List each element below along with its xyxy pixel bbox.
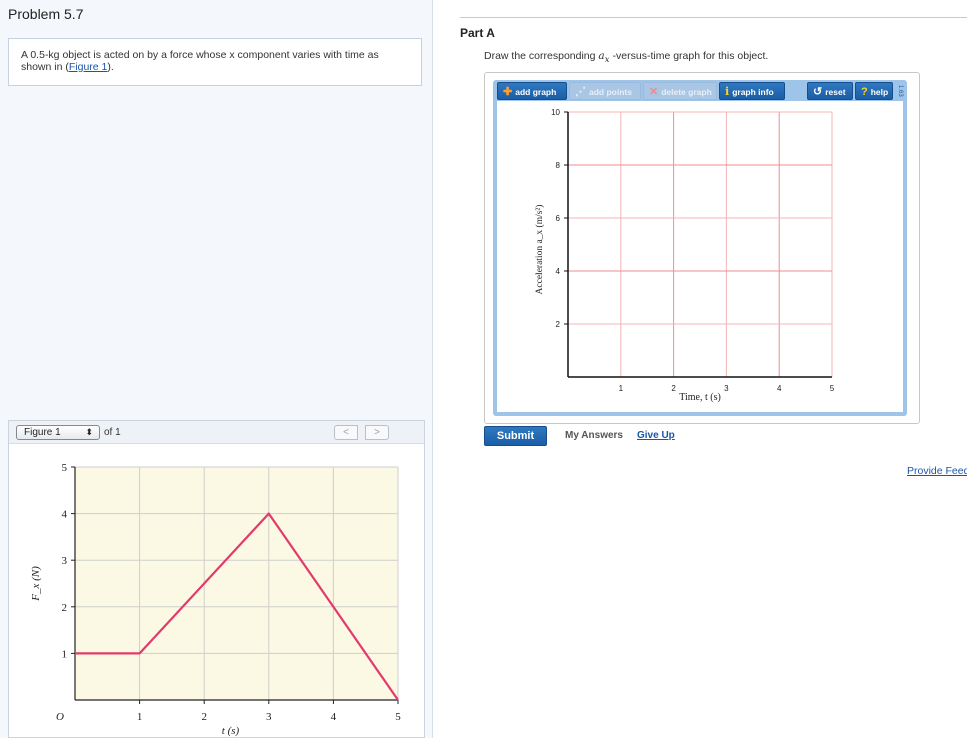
- x-tick-label: 1: [137, 711, 143, 723]
- figure-select-value: Figure 1: [24, 427, 61, 438]
- x-tick-label: O: [56, 711, 64, 723]
- delete-graph-label: delete graph: [661, 87, 712, 97]
- graph-info-button[interactable]: i graph info: [719, 82, 785, 100]
- x-tick-label: 4: [331, 711, 337, 723]
- figure-panel: Figure 1 ⬍ of 1 < > O 1 2 3 4 5 1 2 3 4 5 t (s) F_x (…: [8, 420, 425, 738]
- part-title: Part A: [460, 26, 495, 40]
- figure-count: of 1: [104, 427, 121, 438]
- y-tick-label: 3: [62, 555, 68, 567]
- problem-text-after: ).: [107, 61, 114, 73]
- problem-panel: Problem 5.7 A 0.5-kg object is acted on …: [0, 0, 433, 738]
- problem-statement: A 0.5-kg object is acted on by a force w…: [21, 49, 411, 73]
- submit-button[interactable]: Submit: [484, 426, 547, 446]
- x-tick-label: 4: [777, 384, 782, 393]
- y-tick-label: 4: [62, 509, 68, 521]
- reset-label: reset: [825, 87, 846, 97]
- plot-background: [75, 467, 398, 700]
- figure-link[interactable]: Figure 1: [69, 61, 108, 73]
- add-points-label: add points: [589, 87, 632, 97]
- y-tick-label: 6: [556, 214, 561, 223]
- updown-arrows-icon: ⬍: [85, 427, 93, 437]
- y-axis-label: F_x (N): [30, 566, 42, 602]
- x-axis-label: Time, t (s): [679, 392, 721, 403]
- help-button[interactable]: ? help: [855, 82, 893, 100]
- x-tick-label: 1: [619, 384, 624, 393]
- problem-statement-box: A 0.5-kg object is acted on by a force w…: [8, 38, 422, 86]
- x-axis-label: t (s): [222, 725, 240, 737]
- divider: [460, 17, 967, 18]
- question-icon: ?: [861, 86, 868, 98]
- y-tick-label: 5: [62, 462, 68, 474]
- ax-symbol: ax: [598, 50, 610, 66]
- previous-figure-button[interactable]: <: [334, 425, 358, 440]
- acceleration-graph[interactable]: 1 2 3 4 5 2 4 6 8 10 Time, t (s) Acceleration a_x (…: [497, 101, 903, 412]
- give-up-link[interactable]: Give Up: [637, 430, 675, 441]
- add-graph-label: add graph: [515, 87, 557, 97]
- version-label: 1.63: [897, 85, 903, 97]
- info-icon: i: [725, 85, 730, 98]
- add-points-button[interactable]: ⋰ add points: [569, 82, 641, 100]
- y-tick-label: 2: [556, 320, 561, 329]
- points-icon: ⋰: [575, 86, 586, 98]
- my-answers-button[interactable]: My Answers: [565, 430, 623, 441]
- x-tick-label: 2: [201, 711, 207, 723]
- help-label: help: [870, 87, 889, 97]
- x-tick-label: 2: [671, 384, 676, 393]
- x-tick-label: 5: [395, 711, 401, 723]
- graph-info-label: graph info: [732, 87, 774, 97]
- y-tick-label: 10: [551, 108, 560, 117]
- reset-icon: ↺: [813, 86, 823, 98]
- y-tick-label: 1: [62, 648, 68, 660]
- add-graph-button[interactable]: ✚ add graph: [497, 82, 567, 100]
- x-tick-label: 5: [830, 384, 835, 393]
- provide-feedback-link[interactable]: Provide Feedback: [907, 465, 967, 477]
- figure-toolbar: Figure 1 ⬍ of 1 < >: [9, 421, 424, 444]
- part-instruction: Draw the corresponding ax -versus-time g…: [484, 50, 769, 66]
- force-graph: O 1 2 3 4 5 1 2 3 4 5 t (s) F_x (N): [30, 462, 401, 737]
- next-figure-button[interactable]: >: [365, 425, 389, 440]
- problem-title: Problem 5.7: [8, 6, 84, 22]
- y-tick-label: 4: [556, 267, 561, 276]
- figure-select[interactable]: Figure 1 ⬍: [16, 425, 100, 440]
- x-tick-label: 3: [724, 384, 729, 393]
- reset-button[interactable]: ↺ reset: [807, 82, 853, 100]
- delete-graph-button[interactable]: ✕ delete graph: [643, 82, 717, 100]
- plus-icon: ✚: [503, 86, 513, 98]
- y-tick-label: 8: [556, 161, 561, 170]
- x-tick-label: 3: [266, 711, 272, 723]
- y-tick-label: 2: [62, 602, 68, 614]
- x-icon: ✕: [649, 86, 659, 98]
- graph-toolbar: ✚ add graph ⋰ add points ✕ delete graph i gr…: [497, 82, 907, 100]
- y-axis-label: Acceleration a_x (m/s²): [534, 205, 545, 295]
